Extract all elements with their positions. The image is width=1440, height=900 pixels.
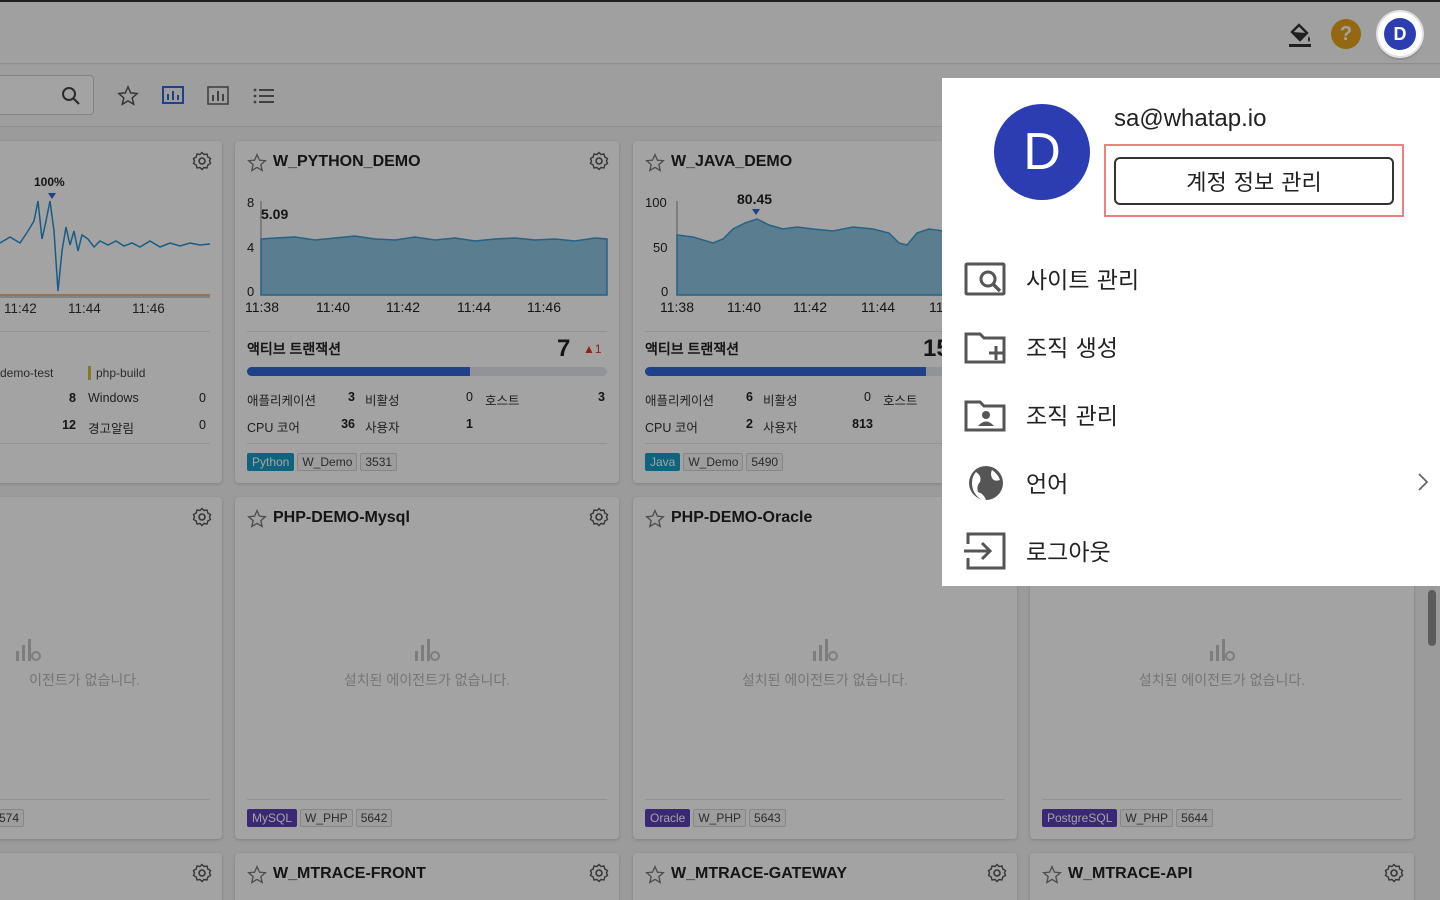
user-email: sa@whatap.io: [1114, 105, 1267, 132]
folder-user-icon: [964, 400, 1006, 432]
avatar: D: [1384, 18, 1416, 50]
account-menu-panel: D sa@whatap.io 계정 정보 관리 사이트 관리 조직 생성 조직 …: [942, 78, 1440, 586]
menu-item-logout[interactable]: 로그아웃: [942, 518, 1440, 582]
chevron-right-icon: [1418, 473, 1429, 491]
folder-add-icon: [964, 332, 1006, 364]
user-avatar-button-active[interactable]: D: [1376, 10, 1424, 58]
menu-label: 조직 생성: [1026, 336, 1118, 362]
menu-item-site-management[interactable]: 사이트 관리: [942, 246, 1440, 310]
menu-label: 언어: [1026, 472, 1069, 498]
profile-avatar: D: [994, 104, 1090, 200]
menu-label: 사이트 관리: [1026, 268, 1140, 294]
logout-icon: [964, 532, 1006, 570]
menu-label: 로그아웃: [1026, 540, 1111, 566]
menu-label: 조직 관리: [1026, 404, 1118, 430]
manage-account-button[interactable]: 계정 정보 관리: [1114, 157, 1394, 205]
menu-item-create-organization[interactable]: 조직 생성: [942, 314, 1440, 378]
menu-item-language[interactable]: 언어: [942, 450, 1440, 514]
site-search-icon: [964, 262, 1006, 296]
menu-item-manage-organization[interactable]: 조직 관리: [942, 382, 1440, 446]
globe-icon: [969, 466, 1003, 500]
